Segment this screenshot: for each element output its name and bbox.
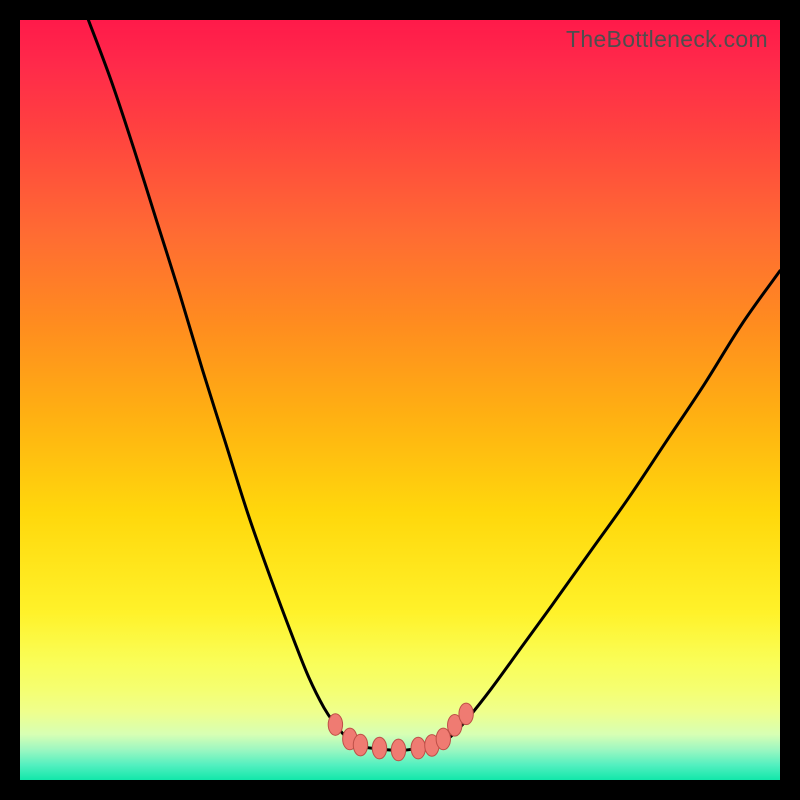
marker-point xyxy=(328,714,342,736)
series-left-curve xyxy=(88,20,354,746)
marker-point xyxy=(372,737,386,759)
chart-frame: TheBottleneck.com xyxy=(0,0,800,800)
marker-point xyxy=(391,739,405,761)
series-layer xyxy=(88,20,780,750)
marker-point xyxy=(411,737,425,759)
marker-point xyxy=(353,734,367,756)
marker-layer xyxy=(328,703,473,761)
chart-svg xyxy=(20,20,780,780)
series-right-curve xyxy=(438,271,780,746)
marker-point xyxy=(459,703,473,725)
plot-area: TheBottleneck.com xyxy=(20,20,780,780)
